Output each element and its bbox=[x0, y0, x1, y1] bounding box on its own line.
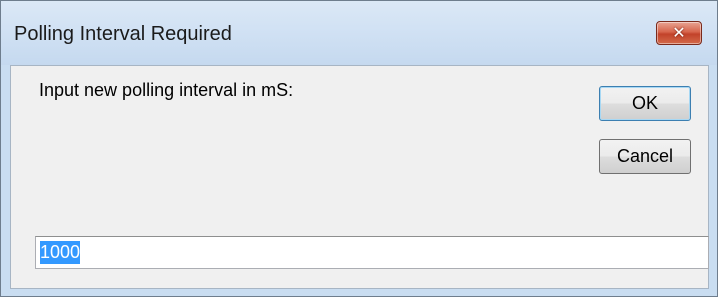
dialog-title: Polling Interval Required bbox=[14, 23, 232, 45]
cancel-button[interactable]: Cancel bbox=[599, 139, 691, 174]
title-bar[interactable]: Polling Interval Required ✕ bbox=[1, 1, 717, 65]
polling-interval-value: 1000 bbox=[40, 241, 81, 264]
close-icon: ✕ bbox=[672, 23, 686, 42]
dialog-body: Input new polling interval in mS: OK Can… bbox=[10, 65, 709, 289]
close-button[interactable]: ✕ bbox=[656, 21, 702, 45]
cancel-button-label: Cancel bbox=[616, 146, 674, 166]
ok-button[interactable]: OK bbox=[599, 86, 691, 121]
prompt-label: Input new polling interval in mS: bbox=[39, 80, 294, 100]
polling-interval-input[interactable]: 1000 bbox=[35, 236, 709, 269]
ok-button-label: OK bbox=[631, 93, 658, 113]
dialog-window: Polling Interval Required ✕ Input new po… bbox=[0, 0, 718, 297]
